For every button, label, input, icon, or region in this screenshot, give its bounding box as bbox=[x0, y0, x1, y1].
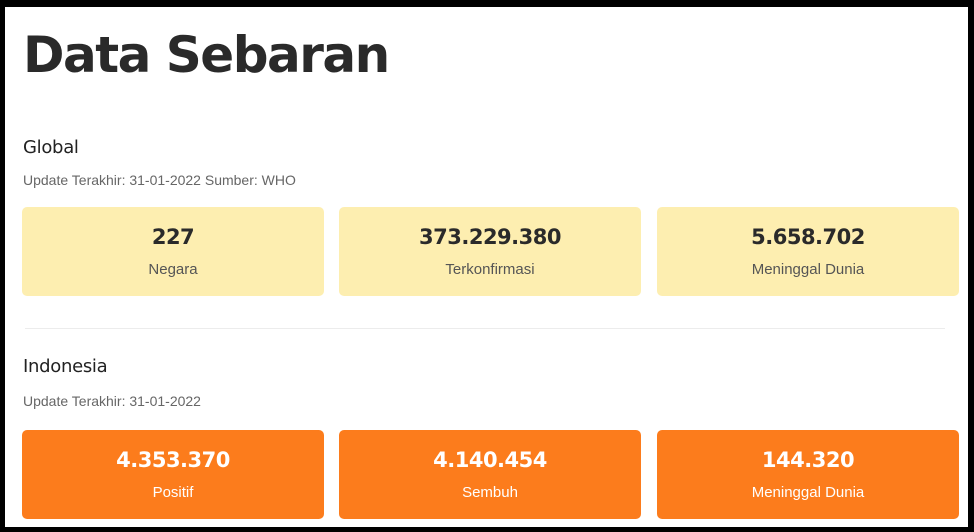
stat-card-terkonfirmasi: 373.229.380 Terkonfirmasi bbox=[339, 207, 641, 296]
stat-label: Meninggal Dunia bbox=[751, 261, 865, 278]
stat-card-positif: 4.353.370 Positif bbox=[22, 430, 324, 519]
stat-value: 4.353.370 bbox=[116, 448, 230, 472]
stat-label: Terkonfirmasi bbox=[445, 261, 535, 278]
stat-label: Negara bbox=[148, 261, 198, 278]
section-divider bbox=[25, 328, 945, 329]
stat-card-meninggal-global: 5.658.702 Meninggal Dunia bbox=[657, 207, 959, 296]
stat-card-sembuh: 4.140.454 Sembuh bbox=[339, 430, 641, 519]
stat-card-negara: 227 Negara bbox=[22, 207, 324, 296]
stat-label: Positif bbox=[152, 484, 194, 501]
stat-card-meninggal-indonesia: 144.320 Meninggal Dunia bbox=[657, 430, 959, 519]
stat-value: 5.658.702 bbox=[751, 225, 865, 249]
stat-label: Meninggal Dunia bbox=[751, 484, 865, 501]
indonesia-update-text: Update Terakhir: 31-01-2022 bbox=[23, 393, 201, 409]
global-update-text: Update Terakhir: 31-01-2022 Sumber: WHO bbox=[23, 172, 296, 188]
stat-value: 4.140.454 bbox=[433, 448, 547, 472]
stat-value: 227 bbox=[151, 225, 195, 249]
stat-label: Sembuh bbox=[462, 484, 518, 501]
stat-value: 144.320 bbox=[761, 448, 855, 472]
stat-value: 373.229.380 bbox=[419, 225, 561, 249]
page-title: Data Sebaran bbox=[23, 26, 390, 84]
screenshot-frame: Data Sebaran Global Update Terakhir: 31-… bbox=[0, 0, 974, 532]
section-title-global: Global bbox=[23, 137, 79, 158]
section-title-indonesia: Indonesia bbox=[23, 356, 108, 377]
